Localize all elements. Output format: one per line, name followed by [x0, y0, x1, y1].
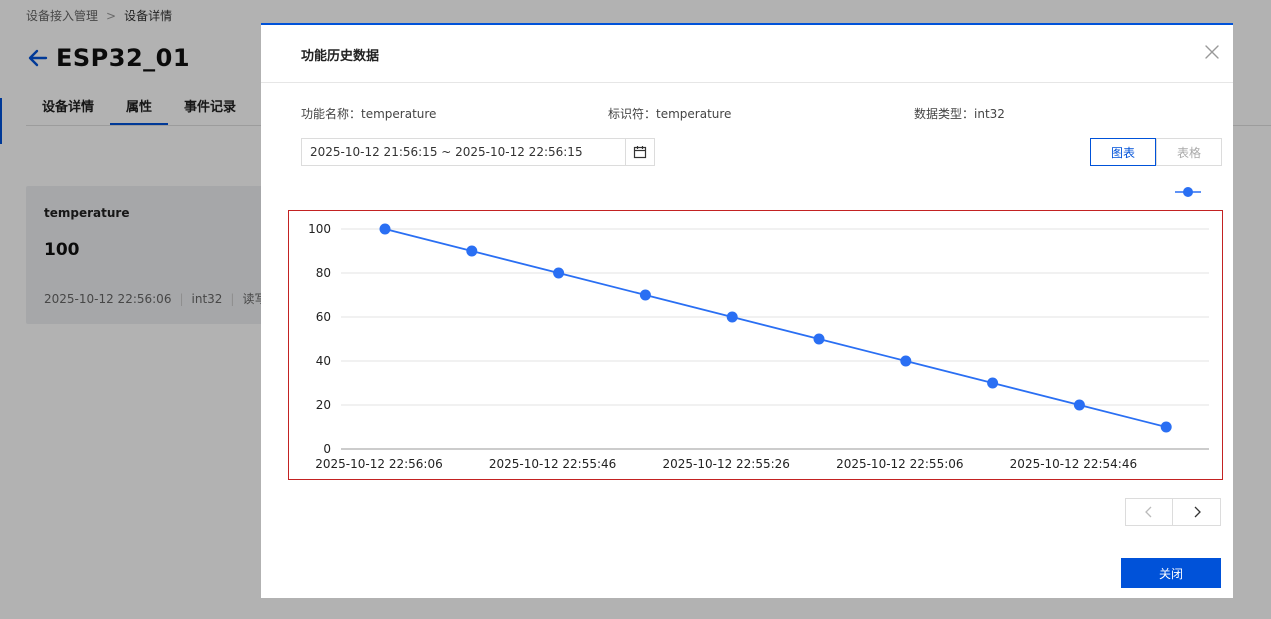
y-tick-label: 80 — [316, 266, 331, 280]
date-range-text[interactable]: 2025-10-12 21:56:15 ~ 2025-10-12 22:56:1… — [302, 145, 625, 159]
function-name-label: 功能名称： — [301, 107, 362, 121]
data-point[interactable] — [900, 355, 912, 367]
y-tick-label: 60 — [316, 310, 331, 324]
x-tick-label: 2025-10-12 22:54:46 — [1010, 457, 1137, 471]
function-name-value: temperature — [361, 107, 437, 121]
y-tick-label: 0 — [323, 442, 331, 456]
identifier-label: 标识符： — [608, 107, 657, 121]
calendar-button[interactable] — [625, 139, 654, 165]
dialog-title: 功能历史数据 — [301, 49, 380, 64]
view-toggle: 图表 表格 — [1090, 138, 1222, 166]
info-function-name: 功能名称：temperature — [301, 105, 436, 122]
data-point[interactable] — [639, 289, 651, 301]
y-tick-label: 40 — [316, 354, 331, 368]
chart-view-button[interactable]: 图表 — [1090, 138, 1156, 166]
series-line — [384, 228, 1167, 428]
prev-page-button[interactable] — [1125, 498, 1173, 526]
y-tick-label: 20 — [316, 398, 331, 412]
x-tick-label: 2025-10-12 22:55:46 — [489, 457, 616, 471]
x-tick-label: 2025-10-12 22:55:26 — [662, 457, 789, 471]
info-data-type: 数据类型：int32 — [914, 105, 1005, 122]
calendar-icon — [633, 146, 647, 159]
data-point[interactable] — [553, 267, 565, 279]
chevron-right-icon — [1194, 506, 1201, 518]
data-point[interactable] — [466, 245, 478, 257]
chevron-left-icon — [1145, 506, 1152, 518]
chart-pager — [1125, 498, 1221, 526]
next-page-button[interactable] — [1173, 498, 1221, 526]
chart-container: 0 20 40 60 80 100 2025-10-12 22:56:06 2025-10-1… — [288, 210, 1223, 480]
screen: 设备接入管理>设备详情 ESP32_01 设备详情 属性 事件记录 周 temp… — [0, 0, 1271, 619]
data-point[interactable] — [1160, 421, 1172, 433]
x-tick-label: 2025-10-12 22:55:06 — [836, 457, 963, 471]
x-tick-label: 2025-10-12 22:56:06 — [315, 457, 442, 471]
data-point[interactable] — [987, 377, 999, 389]
data-point[interactable] — [726, 311, 738, 323]
legend-series-marker[interactable] — [1175, 185, 1201, 199]
data-type-label: 数据类型： — [914, 107, 975, 121]
data-point[interactable] — [1073, 399, 1085, 411]
identifier-value: temperature — [656, 107, 732, 121]
date-range-picker[interactable]: 2025-10-12 21:56:15 ~ 2025-10-12 22:56:1… — [301, 138, 655, 166]
data-point[interactable] — [379, 223, 391, 235]
y-tick-label: 100 — [308, 222, 331, 236]
data-point[interactable] — [813, 333, 825, 345]
history-dialog: 功能历史数据 功能名称：temperature 标识符：temperature … — [261, 23, 1233, 598]
close-button[interactable]: 关闭 — [1121, 558, 1221, 588]
close-icon[interactable] — [1203, 43, 1221, 61]
data-type-value: int32 — [974, 107, 1005, 121]
table-view-button[interactable]: 表格 — [1156, 138, 1222, 166]
line-chart: 0 20 40 60 80 100 2025-10-12 22:56:06 2025-10-1… — [308, 222, 1209, 471]
dialog-header: 功能历史数据 — [261, 25, 1233, 83]
info-identifier: 标识符：temperature — [608, 105, 731, 122]
